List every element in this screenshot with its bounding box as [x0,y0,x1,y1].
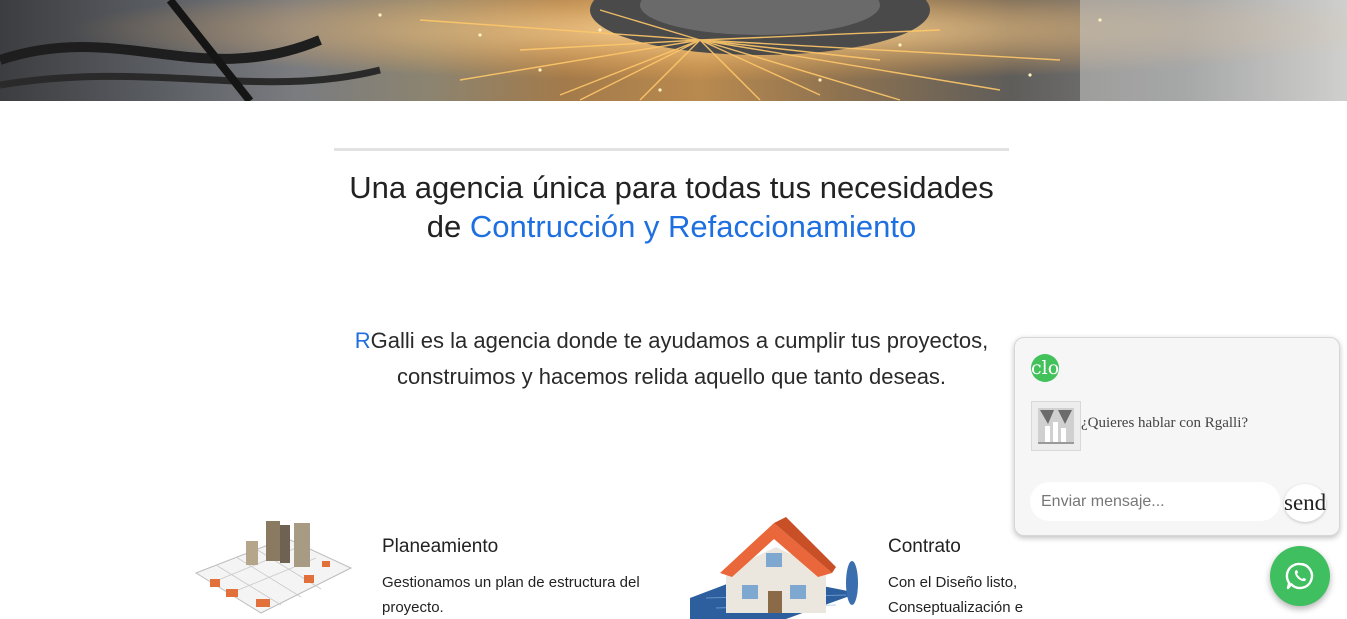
rgalli-logo-avatar [1031,401,1081,451]
lead-initial: R [354,328,371,353]
chat-send-button[interactable]: send [1284,484,1326,522]
feature-text-contrato: Con el Diseño listo, Conseptualización e [888,574,1024,616]
feature-title-planeamiento: Planeamiento [382,536,499,557]
feature-title-contrato: Contrato [888,536,961,557]
chat-widget: close ¿Quieres hablar con Rgalli? send [1014,337,1340,536]
hero-banner [0,0,1347,101]
chat-close-button[interactable]: close [1031,354,1059,382]
feature-text-planeamiento: Gestionamos un plan de estructura del pr… [382,574,640,616]
lead-text: Galli es la agencia donde te ayudamos a … [370,328,989,389]
house-on-blueprints-illustration [690,517,858,619]
whatsapp-icon [1285,562,1314,590]
building-blueprint-illustration [194,521,353,614]
chat-message-input[interactable] [1030,482,1280,521]
hero-image [0,0,1347,101]
whatsapp-button[interactable] [1270,546,1330,606]
section-divider [334,148,1009,151]
page-headline: Una agencia única para todas tus necesid… [334,168,1009,246]
headline-highlight: Contrucción y Refaccionamiento [469,209,917,244]
intro-paragraph: RGalli es la agencia donde te ayudamos a… [334,323,1009,395]
rgalli-logo-icon [1038,408,1074,444]
chat-message: ¿Quieres hablar con Rgalli? [1081,415,1249,431]
